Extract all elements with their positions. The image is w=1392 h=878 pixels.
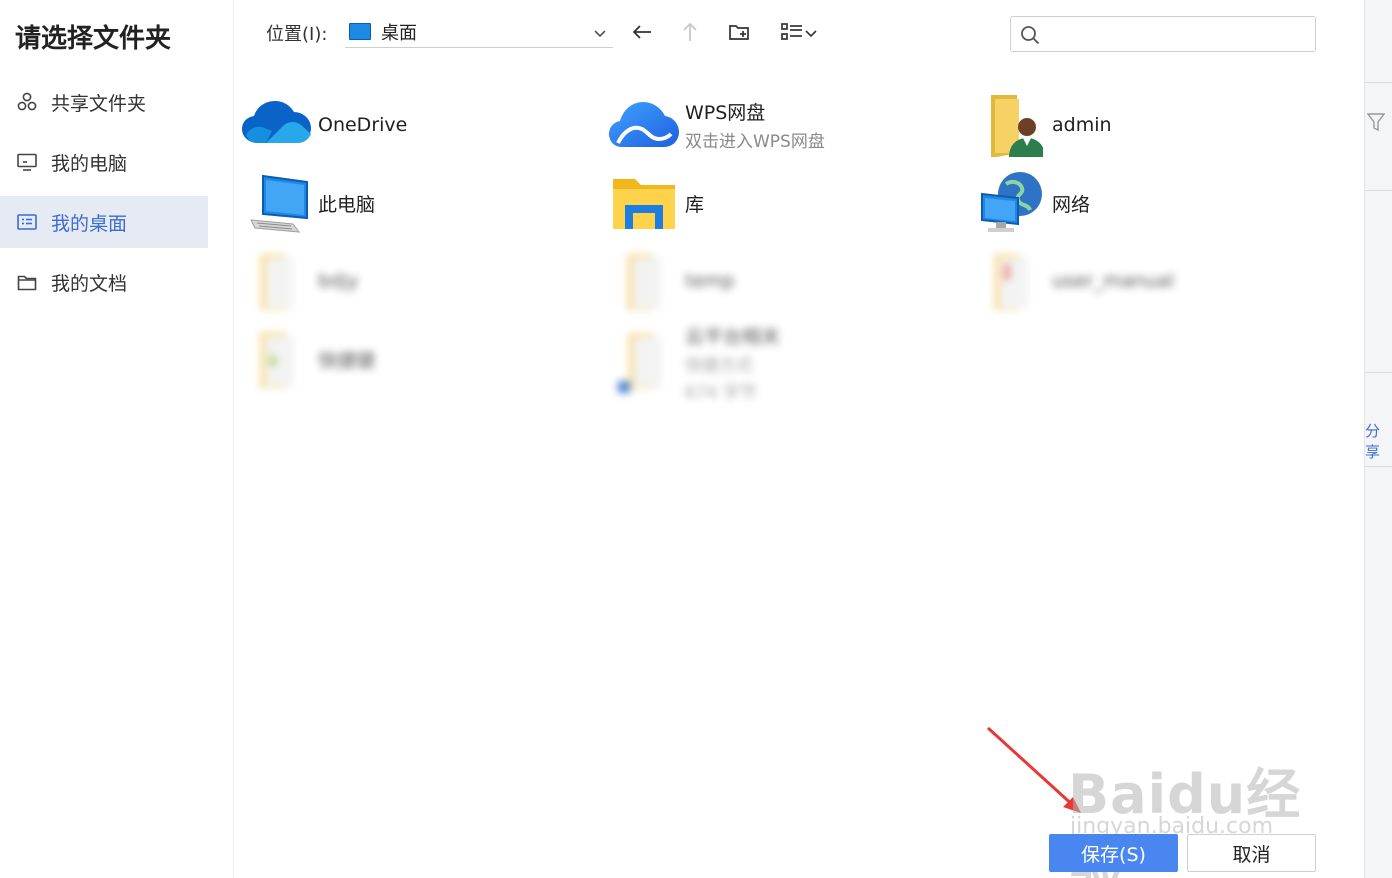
sidebar-item-my-desktop[interactable]: 我的桌面 — [0, 196, 208, 248]
onedrive-cloud-icon — [240, 90, 314, 160]
folder-icon — [240, 246, 314, 316]
item-folder-bdjy[interactable]: bdjy — [240, 246, 580, 316]
search-icon — [1020, 25, 1040, 49]
item-wps-cloud[interactable]: WPS网盘 双击进入WPS网盘 — [607, 90, 947, 160]
dialog-title: 请选择文件夹 — [15, 24, 172, 54]
item-name: WPS网盘 — [685, 102, 766, 124]
chevron-down-icon — [593, 24, 607, 45]
item-name: bdjy — [318, 270, 359, 292]
item-subtitle: 双击进入WPS网盘 — [685, 132, 825, 152]
arrow-up-icon — [678, 20, 702, 48]
item-name: 云平台相关 — [685, 325, 781, 348]
item-size: 674 字节 — [685, 382, 757, 403]
background-window-strip: 分享 — [1364, 0, 1392, 878]
sidebar-item-my-documents[interactable]: 我的文档 — [0, 256, 208, 308]
share-link[interactable]: 分享 — [1365, 420, 1392, 462]
back-button[interactable] — [626, 18, 658, 50]
item-name: 快捷键 — [318, 349, 376, 372]
user-folder-icon — [974, 90, 1048, 160]
sidebar-item-label: 共享文件夹 — [51, 92, 147, 115]
cancel-button[interactable]: 取消 — [1187, 834, 1316, 872]
search-input[interactable] — [1049, 23, 1307, 45]
item-name: temp — [685, 270, 735, 292]
item-name: 库 — [685, 193, 705, 216]
sidebar-item-label: 我的桌面 — [51, 212, 128, 235]
library-folder-icon — [607, 168, 681, 238]
desktop-small-icon — [349, 23, 371, 40]
item-folder-temp[interactable]: temp — [607, 246, 947, 316]
folder-icon — [240, 324, 314, 394]
monitor-icon — [16, 151, 38, 173]
location-dropdown[interactable]: 桌面 — [345, 16, 613, 48]
file-dialog: 请选择文件夹 共享文件夹 我的电脑 我的桌面 我的文档 位置(I): 桌面 On… — [0, 0, 1392, 878]
folder-outline-icon — [16, 271, 38, 293]
network-globe-icon — [974, 168, 1048, 238]
filter-icon — [1366, 112, 1386, 136]
divider — [1365, 466, 1392, 467]
baidu-watermark: Baidu经验 jingyan.baidu.com — [1068, 728, 1318, 878]
new-folder-icon — [727, 20, 751, 48]
folder-icon — [607, 246, 681, 316]
item-folder-shortcuts[interactable]: 快捷键 — [240, 324, 580, 394]
item-name: 网络 — [1052, 193, 1091, 216]
divider — [1365, 372, 1392, 373]
computer-icon — [240, 168, 314, 238]
shortcut-folder-icon — [607, 327, 681, 397]
item-name: OneDrive — [318, 114, 408, 136]
wps-cloud-icon — [607, 90, 681, 160]
new-folder-button[interactable] — [723, 18, 755, 50]
up-button[interactable] — [674, 18, 706, 50]
item-shortcut-cloud-platform[interactable]: 云平台相关 快捷方式 674 字节 — [607, 324, 947, 403]
chevron-down-icon — [804, 25, 818, 44]
item-this-pc[interactable]: 此电脑 — [240, 168, 580, 238]
item-admin[interactable]: admin — [974, 90, 1314, 160]
sidebar-item-label: 我的电脑 — [51, 152, 128, 175]
divider — [1365, 190, 1392, 191]
folder-icon — [974, 246, 1048, 316]
sidebar: 请选择文件夹 共享文件夹 我的电脑 我的桌面 我的文档 — [0, 0, 234, 878]
sidebar-item-shared-folder[interactable]: 共享文件夹 — [0, 76, 208, 128]
location-value: 桌面 — [381, 22, 417, 44]
search-box — [1010, 16, 1316, 52]
sidebar-item-my-computer[interactable]: 我的电脑 — [0, 136, 208, 188]
sidebar-item-label: 我的文档 — [51, 272, 128, 295]
share-icon — [16, 91, 38, 113]
item-folder-user-manual[interactable]: user_manual — [974, 246, 1314, 316]
list-view-icon — [780, 21, 804, 47]
item-subtitle: 快捷方式 — [685, 355, 753, 376]
desktop-icon — [16, 211, 38, 233]
save-button[interactable]: 保存(S) — [1049, 834, 1178, 872]
divider — [1365, 82, 1392, 83]
item-network[interactable]: 网络 — [974, 168, 1314, 238]
item-name: user_manual — [1052, 270, 1175, 292]
view-mode-button[interactable] — [776, 18, 822, 50]
location-label: 位置(I): — [266, 24, 328, 45]
item-onedrive[interactable]: OneDrive — [240, 90, 580, 160]
arrow-left-icon — [630, 20, 654, 48]
item-name: admin — [1052, 114, 1112, 136]
item-name: 此电脑 — [318, 193, 376, 216]
item-library[interactable]: 库 — [607, 168, 947, 238]
